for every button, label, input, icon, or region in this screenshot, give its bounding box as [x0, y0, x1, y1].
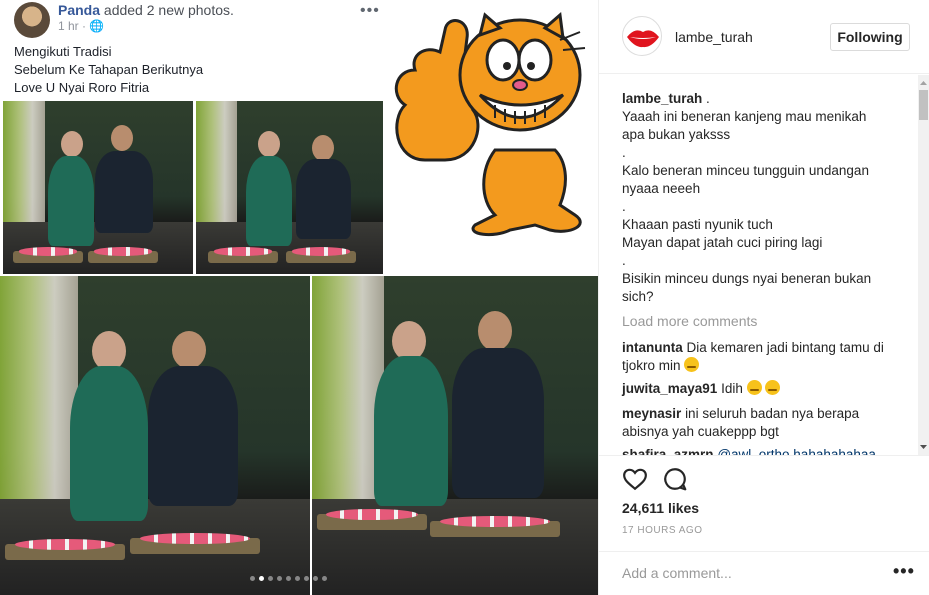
- caption-line: Khaaan pasti nyunik tuch: [622, 217, 773, 232]
- header-username[interactable]: lambe_turah: [675, 29, 753, 45]
- profile-avatar[interactable]: [622, 16, 662, 56]
- caption-line: .: [622, 199, 626, 214]
- add-comment-bar: •••: [599, 551, 929, 595]
- crying-laughing-emoji-icon: [746, 380, 762, 395]
- comment-username[interactable]: meynasir: [622, 406, 681, 421]
- following-button[interactable]: Following: [830, 23, 910, 51]
- comment-item: juwita_maya91 Idih: [622, 380, 912, 398]
- photo-thumb-2: [196, 101, 383, 274]
- carousel-dot: [286, 576, 291, 581]
- post-actions: 24,611 likes 17 HOURS AGO •••: [599, 455, 929, 595]
- comment-item: meynasir ini seluruh badan nya berapa ab…: [622, 405, 912, 441]
- add-comment-input[interactable]: [622, 560, 872, 586]
- scroll-up-arrow-icon[interactable]: [919, 79, 928, 87]
- caption-line: Mayan dapat jatah cuci piring lagi: [622, 235, 823, 250]
- grimace-emoji-icon: [684, 357, 700, 372]
- carousel-dot: [259, 576, 264, 581]
- comment-text: Dia kemaren jadi bintang tamu di: [686, 340, 884, 355]
- photo-thumb-1: [3, 101, 193, 274]
- caption-line: Kalo beneran minceu tungguin undangan: [622, 163, 869, 178]
- fb-avatar: [14, 2, 50, 38]
- photo-main-2: [312, 276, 598, 595]
- caption-line: sich?: [622, 289, 654, 304]
- post-timestamp: 17 HOURS AGO: [622, 525, 703, 536]
- fb-action: added 2 new photos.: [103, 2, 234, 18]
- fb-post-header: Panda added 2 new photos.: [58, 2, 234, 18]
- comment-item: intanunta Dia kemaren jadi bintang tamu …: [622, 339, 912, 375]
- carousel-dot: [295, 576, 300, 581]
- scroll-down-arrow-icon[interactable]: [919, 443, 928, 451]
- fb-text-line: Sebelum Ke Tahapan Berikutnya: [14, 62, 204, 77]
- comment-username[interactable]: juwita_maya91: [622, 381, 717, 396]
- photo-main-1: [0, 276, 310, 595]
- comment-mention[interactable]: @awl_ortho hahahahahaa: [717, 447, 876, 455]
- fb-time: 1 hr · 🌐: [58, 19, 104, 33]
- carousel-dot: [304, 576, 309, 581]
- more-options-icon[interactable]: •••: [893, 561, 915, 582]
- comment-item: shafira_azmrn @awl_ortho hahahahahaa: [622, 446, 912, 455]
- fb-post-text: Mengikuti Tradisi Sebelum Ke Tahapan Ber…: [14, 43, 203, 97]
- fb-text-line: Love U Nyai Roro Fitria: [14, 80, 150, 95]
- comment-username[interactable]: shafira_azmrn: [622, 447, 714, 455]
- facebook-screenshot: Panda added 2 new photos. 1 hr · 🌐 ••• M…: [0, 0, 383, 276]
- post-media[interactable]: Panda added 2 new photos. 1 hr · 🌐 ••• M…: [0, 0, 598, 595]
- fb-author: Panda: [58, 2, 101, 18]
- caption-line: Bisikin minceu dungs nyai beneran bukan: [622, 271, 872, 286]
- caption-line: nyaaa neeeh: [622, 181, 701, 196]
- carousel-indicator: [250, 576, 327, 581]
- garfield-thumbs-up-image: [394, 12, 586, 237]
- fb-menu-icon: •••: [360, 2, 380, 19]
- crying-laughing-emoji-icon: [765, 380, 781, 395]
- load-more-comments[interactable]: Load more comments: [622, 313, 757, 329]
- comments-list[interactable]: lambe_turah . Yaaah ini beneran kanjeng …: [599, 75, 929, 455]
- post-header: lambe_turah Following: [599, 0, 929, 74]
- comment-username[interactable]: intanunta: [622, 340, 683, 355]
- caption-username[interactable]: lambe_turah: [622, 91, 702, 106]
- scrollbar-thumb[interactable]: [919, 90, 928, 120]
- post-caption: lambe_turah . Yaaah ini beneran kanjeng …: [622, 90, 902, 306]
- comment-text: abisnya yah cuakeppp bgt: [622, 424, 779, 439]
- like-heart-icon[interactable]: [622, 466, 648, 492]
- comment-text: tjokro min: [622, 358, 681, 373]
- carousel-dot: [250, 576, 255, 581]
- caption-line: .: [622, 253, 626, 268]
- carousel-dot: [268, 576, 273, 581]
- comment-bubble-icon[interactable]: [662, 466, 688, 492]
- caption-line: apa bukan yaksss: [622, 127, 731, 142]
- comments-scrollbar[interactable]: [918, 75, 929, 455]
- post-sidebar: lambe_turah Following lambe_turah . Yaaa…: [598, 0, 929, 595]
- lips-icon: [627, 30, 659, 48]
- comment-text: ini seluruh badan nya berapa: [685, 406, 860, 421]
- fb-text-line: Mengikuti Tradisi: [14, 44, 112, 59]
- likes-count[interactable]: 24,611 likes: [622, 500, 699, 516]
- globe-icon: 🌐: [89, 19, 105, 33]
- fb-time-text: 1 hr ·: [58, 19, 87, 33]
- comment-text: Idih: [721, 381, 743, 396]
- carousel-dot: [277, 576, 282, 581]
- caption-line: .: [622, 145, 626, 160]
- caption-line: Yaaah ini beneran kanjeng mau menikah: [622, 109, 867, 124]
- carousel-dot: [313, 576, 318, 581]
- carousel-dot: [322, 576, 327, 581]
- caption-text: .: [706, 91, 710, 106]
